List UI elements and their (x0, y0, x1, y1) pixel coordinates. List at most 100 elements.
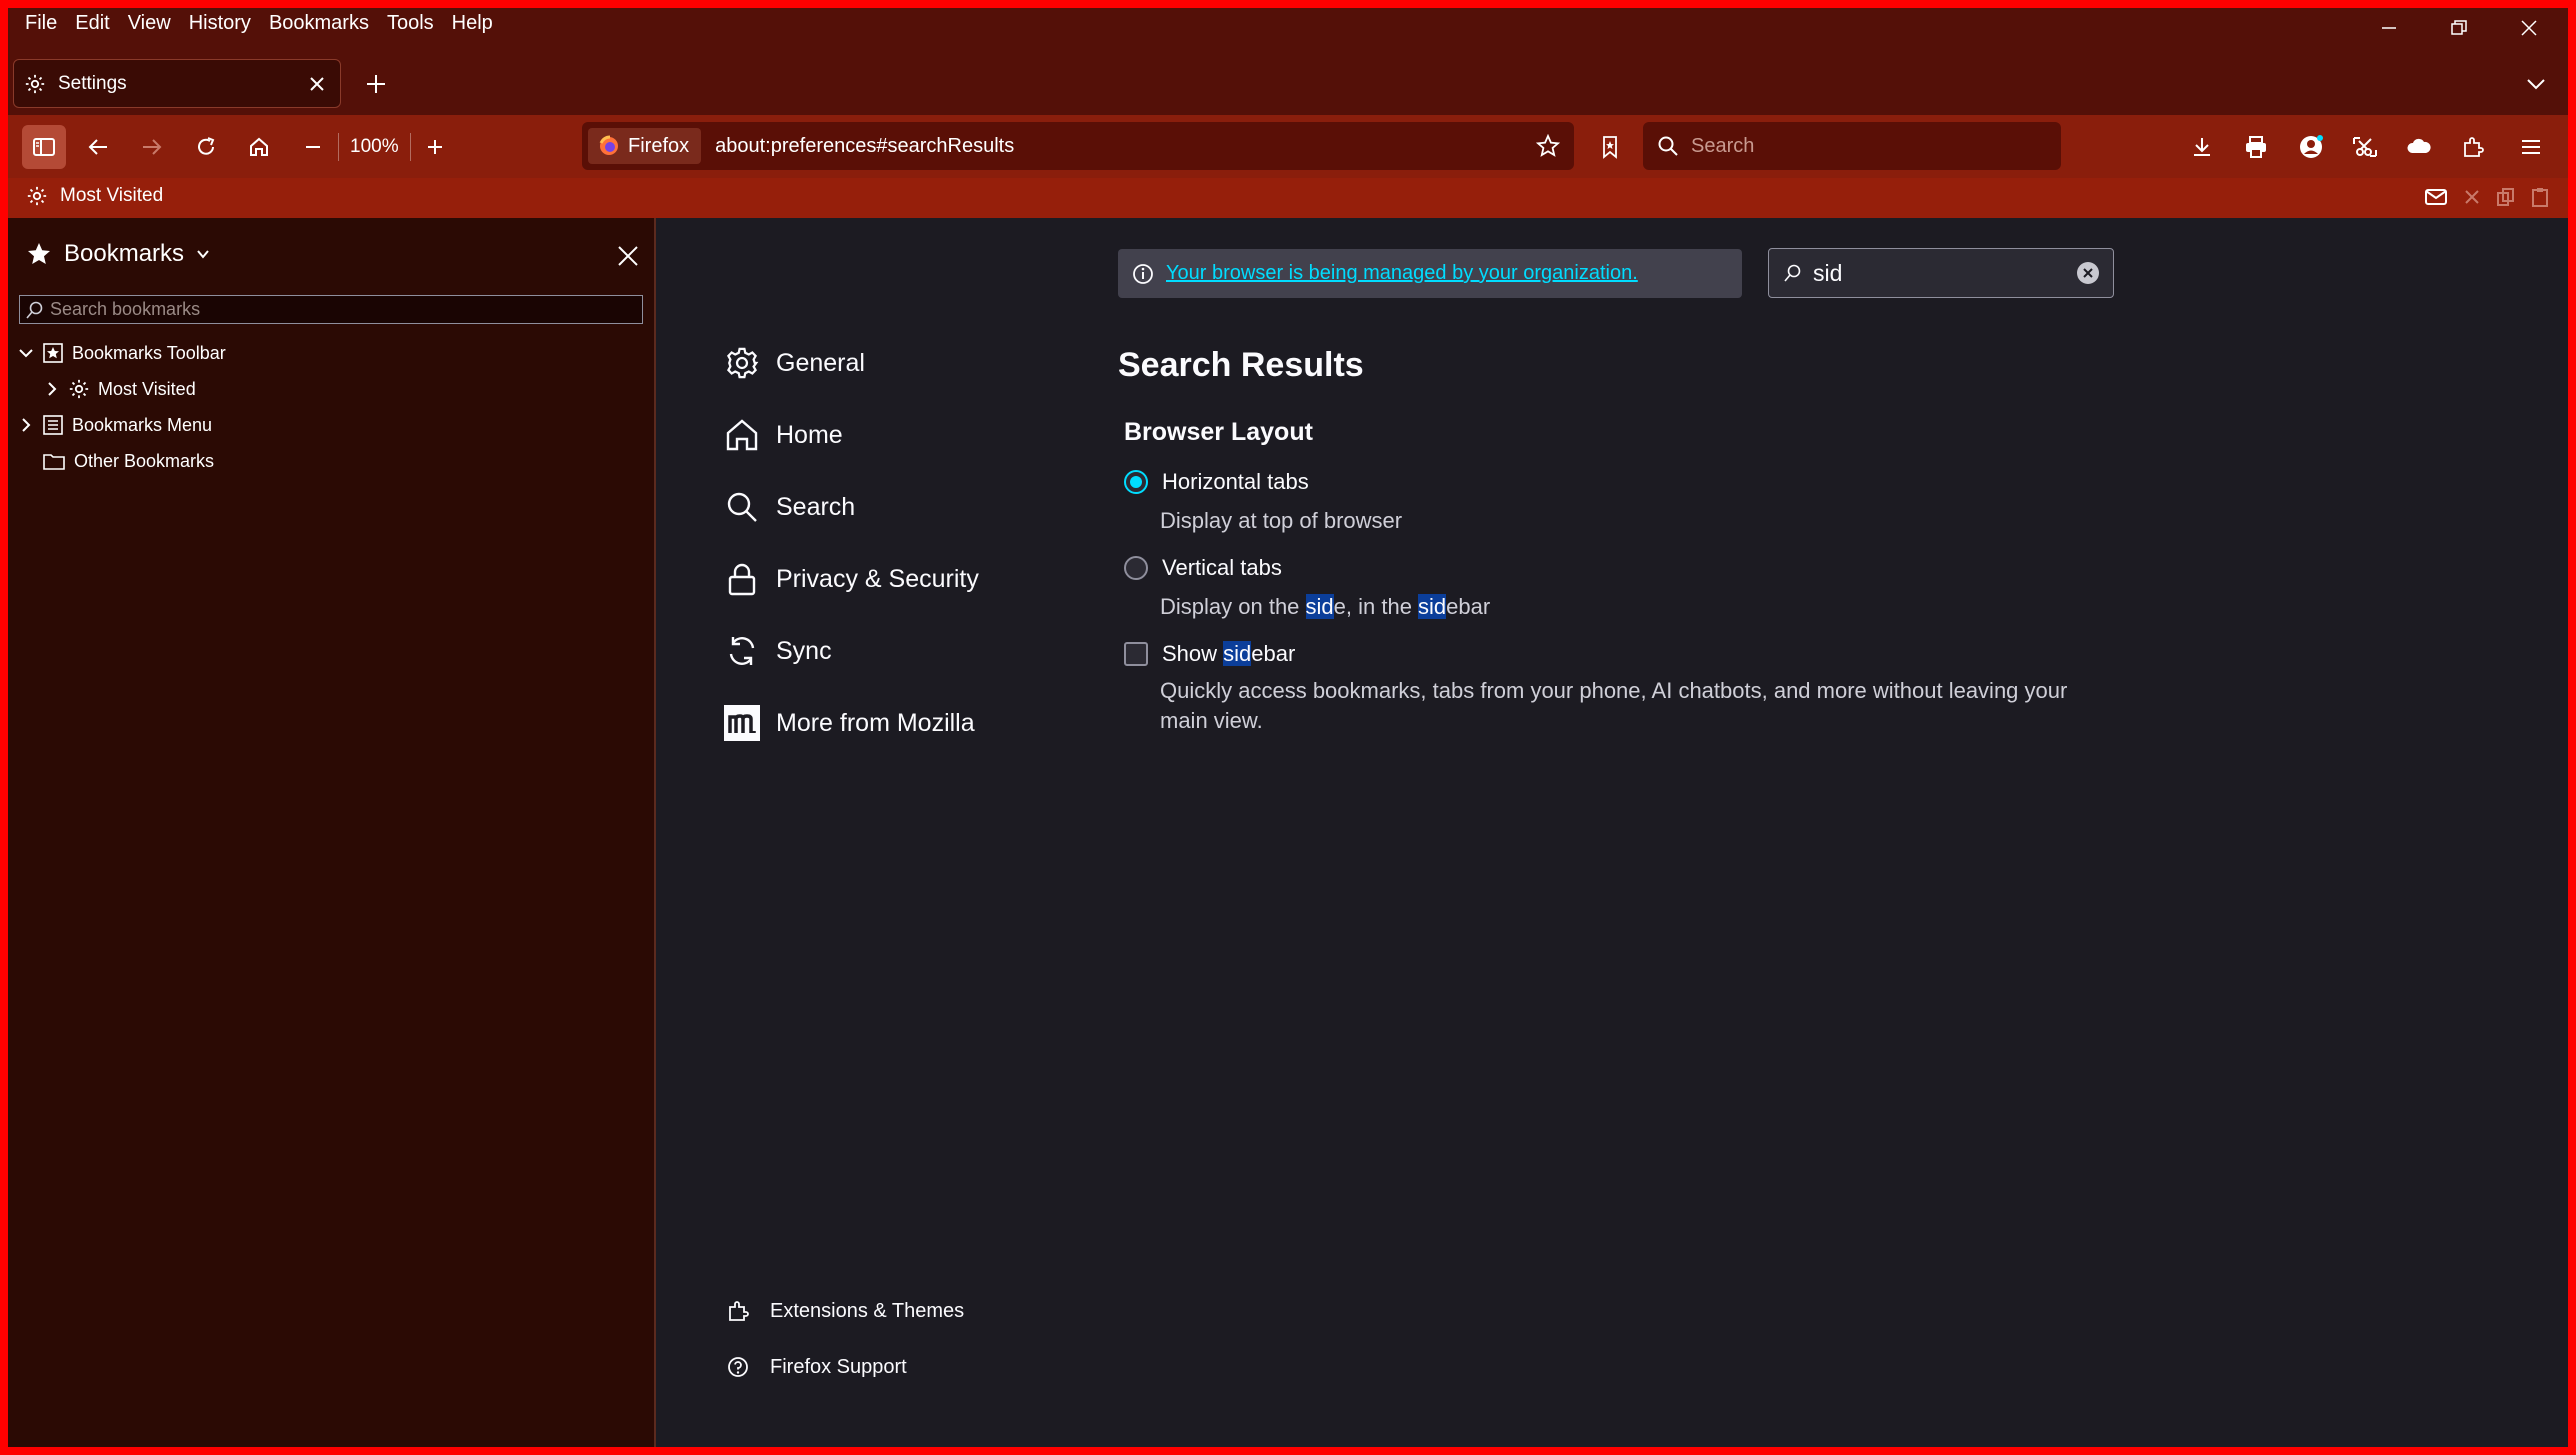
sync-icon (729, 637, 755, 665)
cloud-icon (2407, 138, 2431, 153)
menu-file[interactable]: File (16, 10, 66, 36)
puzzle-icon (2464, 137, 2484, 157)
category-sync[interactable]: Sync (724, 629, 832, 673)
mail-icon[interactable] (2424, 187, 2448, 207)
footer-label: Extensions & Themes (770, 1299, 965, 1322)
show-sidebar-option[interactable]: Show sidebar (1124, 639, 1295, 669)
search-bar[interactable]: Search (1643, 122, 2061, 170)
clear-search-button[interactable] (2077, 262, 2099, 284)
option-label: Horizontal tabs (1162, 469, 1309, 494)
search-icon (727, 492, 757, 522)
preferences-search-input[interactable]: sid (1768, 248, 2114, 298)
zoom-reset-button[interactable]: 100% (350, 125, 399, 169)
cut-icon[interactable] (2462, 187, 2482, 207)
policy-link[interactable]: Your browser is being managed by your or… (1166, 262, 1638, 285)
reading-list-button[interactable] (1588, 125, 1632, 169)
bookmarks-search-input[interactable]: Search bookmarks (19, 295, 643, 324)
help-icon (728, 1357, 748, 1377)
vertical-tabs-option[interactable]: Vertical tabs (1124, 553, 1282, 583)
menu-help[interactable]: Help (443, 10, 502, 36)
list-all-tabs-button[interactable] (2516, 64, 2556, 104)
forward-button[interactable] (130, 125, 174, 169)
tree-item-most-visited[interactable]: Most Visited (44, 374, 196, 404)
plus-icon (367, 75, 385, 93)
new-tab-button[interactable] (356, 64, 396, 104)
close-tab-button[interactable] (302, 69, 332, 99)
chevron-down-icon (2527, 79, 2545, 90)
menu-bar: File Edit View History Bookmarks Tools H… (16, 10, 502, 36)
bookmarks-menu-icon (43, 415, 63, 435)
zoom-out-button[interactable] (291, 125, 335, 169)
menu-view[interactable]: View (119, 10, 180, 36)
url-text[interactable]: about:preferences#searchResults (715, 135, 1528, 158)
print-button[interactable] (2234, 125, 2278, 169)
hamburger-icon (2522, 140, 2540, 154)
category-home[interactable]: Home (724, 413, 843, 457)
category-search[interactable]: Search (724, 485, 855, 529)
bookmark-most-visited[interactable]: Most Visited (26, 185, 163, 207)
horizontal-tabs-option[interactable]: Horizontal tabs (1124, 467, 1309, 497)
bookmark-star-button[interactable] (1528, 126, 1568, 166)
lock-icon (728, 563, 756, 596)
sidebar-toggle-button[interactable] (22, 125, 66, 169)
policy-notice: Your browser is being managed by your or… (1118, 249, 1742, 298)
window-controls (2354, 6, 2564, 50)
search-placeholder: Search (1691, 134, 1755, 157)
extension-button[interactable] (2397, 125, 2441, 169)
bookmarks-search-placeholder: Search bookmarks (50, 299, 201, 319)
bookmarks-sidebar: Bookmarks Search bookmarks Bookmarks Too… (0, 218, 656, 1455)
screenshot-button[interactable] (2343, 125, 2387, 169)
close-icon (310, 76, 324, 91)
paste-icon[interactable] (2530, 186, 2550, 208)
category-general[interactable]: General (724, 341, 865, 385)
vertical-tabs-description: Display on the side, in the sidebar (1160, 594, 1491, 619)
app-menu-button[interactable] (2509, 125, 2553, 169)
home-icon (250, 137, 268, 156)
tab-settings[interactable]: Settings (13, 59, 341, 108)
close-window-button[interactable] (2494, 6, 2564, 50)
chevron-right-icon (48, 382, 57, 396)
search-icon (26, 301, 43, 319)
minimize-icon (2382, 27, 2396, 29)
tree-item-bookmarks-toolbar[interactable]: Bookmarks Toolbar (18, 338, 226, 368)
account-button[interactable] (2289, 125, 2333, 169)
category-privacy[interactable]: Privacy & Security (724, 557, 979, 601)
reload-button[interactable] (184, 125, 228, 169)
section-title: Browser Layout (1124, 418, 1313, 446)
close-sidebar-button[interactable] (610, 238, 646, 274)
home-button[interactable] (237, 125, 281, 169)
tree-label: Bookmarks Toolbar (72, 342, 226, 363)
extensions-themes-link[interactable]: Extensions & Themes (726, 1294, 964, 1328)
menu-edit[interactable]: Edit (66, 10, 118, 36)
download-icon (2194, 138, 2210, 156)
tree-item-other-bookmarks[interactable]: Other Bookmarks (42, 446, 214, 476)
address-bar[interactable]: Firefox about:preferences#searchResults (582, 122, 1574, 170)
menu-history[interactable]: History (180, 10, 260, 36)
search-highlight: sid (1418, 594, 1447, 619)
horizontal-tabs-radio[interactable] (1124, 470, 1148, 494)
extensions-button[interactable] (2451, 125, 2495, 169)
restore-button[interactable] (2424, 6, 2494, 50)
scissors-icon (2353, 137, 2377, 157)
close-icon (2083, 268, 2093, 278)
vertical-tabs-radio[interactable] (1124, 556, 1148, 580)
bookmarks-toolbar: Most Visited (0, 178, 2576, 218)
menu-tools[interactable]: Tools (378, 10, 443, 36)
sidebar-switcher[interactable]: Bookmarks (26, 240, 210, 268)
zoom-in-button[interactable] (413, 125, 457, 169)
sidebar-icon (33, 138, 55, 156)
tree-label: Other Bookmarks (74, 450, 215, 471)
category-label: Search (776, 492, 856, 521)
copy-icon[interactable] (2496, 187, 2516, 207)
category-more-from-mozilla[interactable]: More from Mozilla (724, 701, 975, 745)
downloads-button[interactable] (2180, 125, 2224, 169)
show-sidebar-checkbox[interactable] (1124, 642, 1148, 666)
menu-bookmarks[interactable]: Bookmarks (260, 10, 378, 36)
back-button[interactable] (76, 125, 120, 169)
tree-item-bookmarks-menu[interactable]: Bookmarks Menu (18, 410, 212, 440)
minimize-button[interactable] (2354, 6, 2424, 50)
option-label: Vertical tabs (1162, 555, 1282, 580)
identity-box[interactable]: Firefox (588, 128, 702, 164)
search-highlight: sid (1305, 594, 1334, 619)
firefox-support-link[interactable]: Firefox Support (726, 1350, 907, 1384)
